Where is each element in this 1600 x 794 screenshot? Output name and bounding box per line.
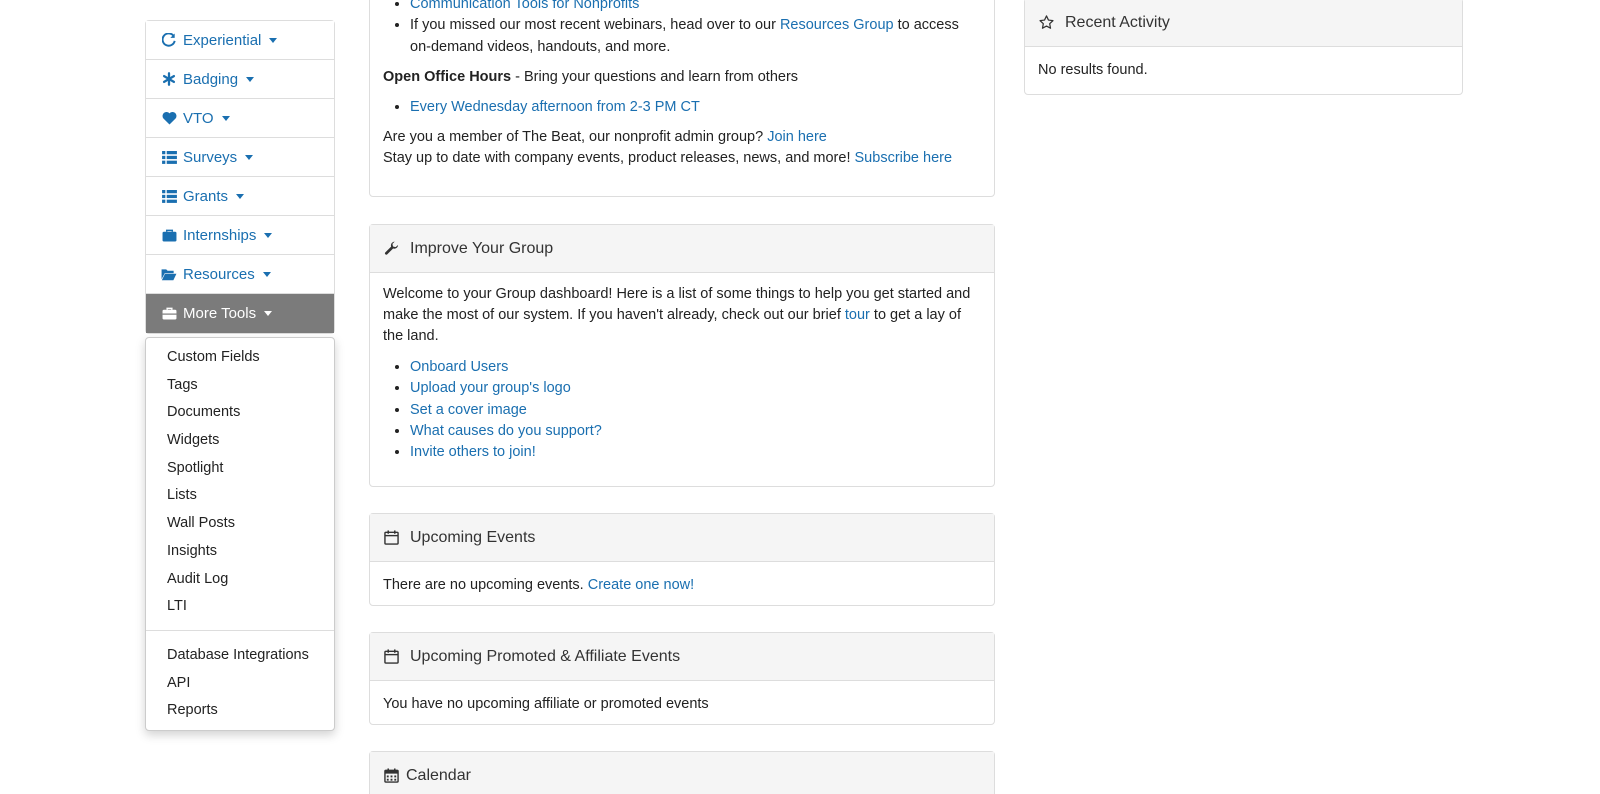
panel-title: Upcoming Events [410, 528, 536, 546]
menu-item-reports[interactable]: Reports [146, 697, 334, 725]
nav-item-badging[interactable]: Badging [146, 60, 334, 99]
menu-item-insights[interactable]: Insights [146, 538, 334, 566]
nav-item-experiential[interactable]: Experiential [146, 21, 334, 60]
menu-item-widgets[interactable]: Widgets [146, 427, 334, 455]
menu-item-documents[interactable]: Documents [146, 399, 334, 427]
toolbox-icon [161, 307, 177, 320]
office-hours-text: - Bring your questions and learn from ot… [511, 68, 799, 85]
calendar-icon [383, 649, 399, 664]
caret-down-icon [269, 37, 278, 43]
menu-item-custom-fields[interactable]: Custom Fields [146, 344, 334, 372]
resources-group-link[interactable]: Resources Group [780, 17, 894, 33]
beat-text: Are you a member of The Beat, our nonpro… [383, 129, 764, 146]
caret-down-icon [236, 193, 245, 199]
panel-header: Recent Activity [1025, 0, 1462, 47]
menu-item-wall-posts[interactable]: Wall Posts [146, 510, 334, 538]
subscribe-here-link[interactable]: Subscribe here [855, 150, 953, 166]
improve-group-panel: Improve Your Group Welcome to your Group… [369, 224, 995, 487]
upload-logo-link[interactable]: Upload your group's logo [410, 380, 571, 396]
create-event-link[interactable]: Create one now! [588, 577, 694, 593]
nav-item-label: Badging [183, 70, 239, 88]
panel-header: Upcoming Events [370, 514, 994, 562]
resources-panel: Communication Tools for Nonprofits If yo… [369, 0, 995, 197]
recent-activity-panel: Recent Activity No results found. [1024, 0, 1463, 95]
improve-intro: Welcome to your Group dashboard! Here is… [383, 284, 981, 347]
panel-title: Recent Activity [1065, 13, 1170, 31]
panel-title: Improve Your Group [410, 239, 554, 257]
nav-item-surveys[interactable]: Surveys [146, 138, 334, 177]
folder-open-icon [161, 268, 177, 281]
menu-item-api[interactable]: API [146, 670, 334, 698]
panel-header: Improve Your Group [370, 225, 994, 273]
refresh-icon [161, 33, 177, 47]
sidebar-nav: Experiential Badging VTO Surveys Grants [145, 20, 335, 334]
invite-others-link[interactable]: Invite others to join! [410, 444, 536, 460]
office-hours-line: Open Office Hours - Bring your questions… [383, 67, 981, 88]
nav-item-label: Surveys [183, 148, 238, 166]
menu-item-spotlight[interactable]: Spotlight [146, 455, 334, 483]
panel-title: Upcoming Promoted & Affiliate Events [410, 647, 681, 665]
tour-link[interactable]: tour [845, 307, 870, 323]
menu-divider [146, 629, 334, 631]
nav-item-label: Resources [183, 265, 255, 283]
nav-item-vto[interactable]: VTO [146, 99, 334, 138]
caret-down-icon [264, 232, 273, 238]
subscribe-text: Stay up to date with company events, pro… [383, 150, 851, 167]
no-results-text: No results found. [1038, 62, 1148, 78]
nav-item-label: Internships [183, 226, 257, 244]
cover-image-link[interactable]: Set a cover image [410, 402, 527, 418]
heart-icon [161, 111, 177, 125]
upcoming-events-panel: Upcoming Events There are no upcoming ev… [369, 513, 995, 606]
no-promoted-text: You have no upcoming affiliate or promot… [383, 696, 709, 712]
menu-item-lists[interactable]: Lists [146, 482, 334, 510]
star-icon [1038, 15, 1054, 30]
list-icon [161, 150, 177, 164]
asterisk-icon [161, 72, 177, 86]
no-events-text: There are no upcoming events. [383, 577, 584, 593]
list-icon [161, 189, 177, 203]
join-here-link[interactable]: Join here [767, 129, 827, 145]
nav-item-label: Experiential [183, 31, 262, 49]
menu-item-lti[interactable]: LTI [146, 593, 334, 621]
menu-item-database-integrations[interactable]: Database Integrations [146, 642, 334, 670]
comm-tools-link[interactable]: Communication Tools for Nonprofits [410, 0, 639, 12]
panel-header: Upcoming Promoted & Affiliate Events [370, 633, 994, 681]
calendar-grid-icon [383, 768, 399, 783]
caret-down-icon [221, 115, 230, 121]
nav-item-more-tools[interactable]: More Tools [146, 294, 334, 333]
menu-item-tags[interactable]: Tags [146, 372, 334, 400]
webinar-text: If you missed our most recent webinars, … [410, 17, 776, 34]
caret-down-icon [246, 76, 255, 82]
caret-down-icon [264, 311, 273, 316]
panel-title: Calendar [406, 766, 471, 784]
panel-header: Calendar [370, 752, 994, 794]
calendar-icon [383, 530, 399, 545]
briefcase-icon [161, 229, 177, 242]
causes-link[interactable]: What causes do you support? [410, 423, 602, 439]
subscribe-line: Stay up to date with company events, pro… [383, 148, 981, 169]
menu-item-audit-log[interactable]: Audit Log [146, 566, 334, 594]
calendar-panel: Calendar [369, 751, 995, 794]
nav-item-resources[interactable]: Resources [146, 255, 334, 294]
promoted-events-panel: Upcoming Promoted & Affiliate Events You… [369, 632, 995, 725]
more-tools-dropdown: Custom Fields Tags Documents Widgets Spo… [145, 337, 335, 731]
nav-item-label: More Tools [183, 305, 257, 322]
office-hours-link[interactable]: Every Wednesday afternoon from 2-3 PM CT [410, 99, 700, 115]
caret-down-icon [262, 271, 271, 277]
caret-down-icon [245, 154, 254, 160]
office-hours-label: Open Office Hours [383, 68, 512, 85]
nav-item-grants[interactable]: Grants [146, 177, 334, 216]
nav-item-internships[interactable]: Internships [146, 216, 334, 255]
beat-line: Are you a member of The Beat, our nonpro… [383, 127, 981, 148]
onboard-users-link[interactable]: Onboard Users [410, 359, 508, 375]
nav-item-label: Grants [183, 187, 229, 205]
nav-item-label: VTO [183, 109, 214, 127]
wrench-icon [383, 241, 399, 256]
